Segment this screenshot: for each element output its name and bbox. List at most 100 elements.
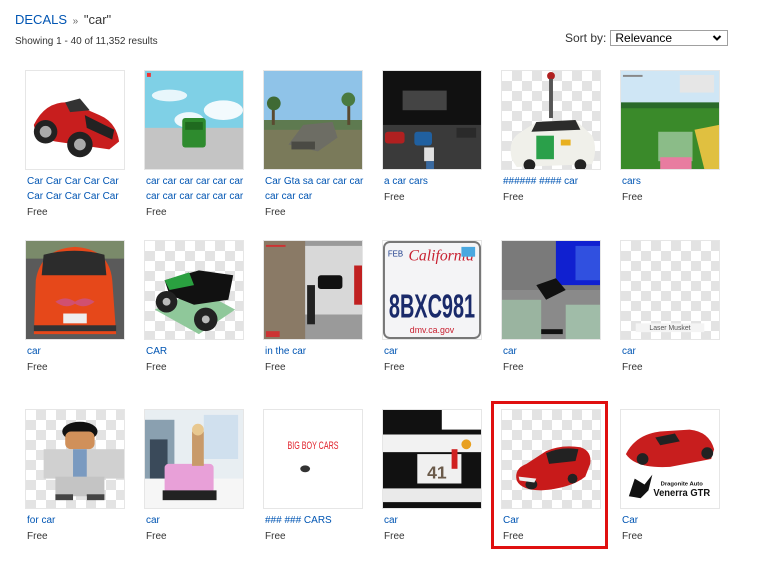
race-car-livery-image: 41 bbox=[383, 410, 481, 508]
thumb-caption: BIG BOY CARS bbox=[288, 440, 339, 452]
catalog-item[interactable]: Car Car Car Car Car Car Car Car Car Car … bbox=[25, 70, 127, 220]
item-thumbnail[interactable] bbox=[382, 70, 482, 170]
catalog-item[interactable]: car Free bbox=[25, 240, 127, 375]
item-thumbnail[interactable]: Laser Musket bbox=[620, 240, 720, 340]
catalog-item[interactable]: for car Free bbox=[25, 409, 127, 544]
plate-month: FEB bbox=[388, 250, 403, 259]
street-view-car-image bbox=[510, 71, 596, 169]
blocky-game-scene-image bbox=[502, 241, 600, 339]
item-name[interactable]: Car bbox=[501, 513, 603, 528]
item-name[interactable]: for car bbox=[25, 513, 127, 528]
item-price: Free bbox=[384, 192, 405, 203]
sort-select[interactable]: Relevance bbox=[610, 30, 729, 46]
item-price: Free bbox=[622, 192, 643, 203]
item-thumbnail[interactable] bbox=[501, 240, 601, 340]
catalog-item[interactable]: Car Free bbox=[501, 409, 603, 544]
item-price: Free bbox=[503, 531, 524, 542]
item-price: Free bbox=[384, 531, 405, 542]
item-thumbnail[interactable] bbox=[263, 240, 363, 340]
item-thumbnail[interactable] bbox=[501, 409, 601, 509]
catalog-item[interactable]: car Free bbox=[501, 240, 603, 375]
item-price: Free bbox=[146, 362, 167, 373]
item-price: Free bbox=[384, 362, 405, 373]
red-sports-car-image bbox=[26, 71, 124, 169]
item-thumbnail[interactable] bbox=[25, 70, 125, 170]
item-price: Free bbox=[146, 207, 167, 218]
thumb-caption-top: Dragonite Auto bbox=[661, 481, 704, 487]
gta-car-image bbox=[264, 71, 362, 169]
item-price: Free bbox=[27, 207, 48, 218]
catalog-item[interactable]: FEB California 8BXC981 dmv.ca.gov car Fr… bbox=[382, 240, 484, 375]
red-sedan-image bbox=[516, 446, 591, 491]
game-ui-scene-image bbox=[621, 71, 719, 169]
venerra-gtr-image: Dragonite Auto Venerra GTR bbox=[621, 410, 719, 508]
item-name[interactable]: car bbox=[382, 344, 484, 359]
catalog-item[interactable]: a car cars Free bbox=[382, 70, 484, 205]
catalog-item[interactable]: BIG BOY CARS ### ### CARS Free bbox=[263, 409, 365, 544]
catalog-item[interactable]: CAR Free bbox=[144, 240, 246, 375]
catalog-item[interactable]: Dragonite Auto Venerra GTR Car Free bbox=[620, 409, 722, 544]
catalog-item[interactable]: 41 car Free bbox=[382, 409, 484, 544]
catalog-item[interactable]: in the car Free bbox=[263, 240, 365, 375]
item-thumbnail[interactable] bbox=[263, 70, 363, 170]
item-thumbnail[interactable] bbox=[25, 240, 125, 340]
item-name[interactable]: Car bbox=[620, 513, 722, 528]
sort-selected-value: Relevance bbox=[615, 31, 673, 45]
breadcrumb-decals-link[interactable]: DECALS bbox=[15, 12, 67, 27]
item-name[interactable]: a car cars bbox=[382, 174, 484, 189]
catalog-item[interactable]: cars Free bbox=[620, 70, 722, 205]
breadcrumb: DECALS » "car" bbox=[15, 12, 111, 27]
item-price: Free bbox=[27, 531, 48, 542]
item-name[interactable]: car bbox=[382, 513, 484, 528]
item-name[interactable]: car bbox=[620, 344, 722, 359]
item-name[interactable]: car bbox=[25, 344, 127, 359]
item-name[interactable]: Car Gta sa car car car car car car bbox=[263, 174, 365, 204]
laser-musket-image: Laser Musket bbox=[635, 323, 705, 332]
green-monster-truck-image bbox=[154, 270, 236, 335]
catalog-item[interactable]: car Free bbox=[144, 409, 246, 544]
catalog-item[interactable]: Car Gta sa car car car car car car Free bbox=[263, 70, 365, 220]
item-price: Free bbox=[265, 531, 286, 542]
pink-jeep-image bbox=[145, 410, 243, 508]
item-name[interactable]: Car Car Car Car Car Car Car Car Car Car bbox=[25, 174, 127, 204]
item-price: Free bbox=[146, 531, 167, 542]
item-name[interactable]: ### ### CARS bbox=[263, 513, 365, 528]
orange-car-image bbox=[26, 241, 124, 339]
dark-game-scene-image bbox=[383, 71, 481, 169]
thumb-caption-bottom: Venerra GTR bbox=[653, 488, 710, 499]
item-thumbnail[interactable] bbox=[25, 409, 125, 509]
item-name[interactable]: ###### #### car bbox=[501, 174, 603, 189]
item-price: Free bbox=[27, 362, 48, 373]
big-boy-cars-image: BIG BOY CARS bbox=[264, 410, 362, 508]
breadcrumb-separator: » bbox=[72, 16, 79, 27]
sort-label: Sort by: bbox=[565, 31, 607, 45]
item-name[interactable]: car bbox=[501, 344, 603, 359]
item-thumbnail[interactable] bbox=[144, 240, 244, 340]
item-thumbnail[interactable] bbox=[144, 409, 244, 509]
item-price: Free bbox=[622, 362, 643, 373]
item-thumbnail[interactable] bbox=[144, 70, 244, 170]
sort-control: Sort by: Relevance bbox=[565, 30, 729, 46]
item-name[interactable]: car car car car car car car car car car … bbox=[144, 174, 246, 204]
item-price: Free bbox=[503, 192, 524, 203]
avatar-hat-image bbox=[43, 421, 124, 501]
item-thumbnail[interactable] bbox=[620, 70, 720, 170]
item-name[interactable]: in the car bbox=[263, 344, 365, 359]
item-name[interactable]: CAR bbox=[144, 344, 246, 359]
item-name[interactable]: car bbox=[144, 513, 246, 528]
item-thumbnail[interactable]: Dragonite Auto Venerra GTR bbox=[620, 409, 720, 509]
item-thumbnail[interactable]: BIG BOY CARS bbox=[263, 409, 363, 509]
item-thumbnail[interactable]: FEB California 8BXC981 dmv.ca.gov bbox=[382, 240, 482, 340]
search-query: "car" bbox=[83, 12, 112, 27]
item-thumbnail[interactable]: 41 bbox=[382, 409, 482, 509]
catalog-item[interactable]: ###### #### car Free bbox=[501, 70, 603, 205]
results-count: Showing 1 - 40 of 11,352 results bbox=[15, 36, 158, 47]
item-name[interactable]: cars bbox=[620, 174, 722, 189]
item-thumbnail[interactable] bbox=[501, 70, 601, 170]
item-price: Free bbox=[622, 531, 643, 542]
item-price: Free bbox=[265, 362, 286, 373]
plate-number: 8BXC981 bbox=[389, 288, 475, 325]
catalog-item[interactable]: car car car car car car car car car car … bbox=[144, 70, 246, 220]
catalog-item[interactable]: Laser Musket car Free bbox=[620, 240, 722, 375]
license-plate-image: FEB California 8BXC981 dmv.ca.gov bbox=[383, 241, 481, 339]
